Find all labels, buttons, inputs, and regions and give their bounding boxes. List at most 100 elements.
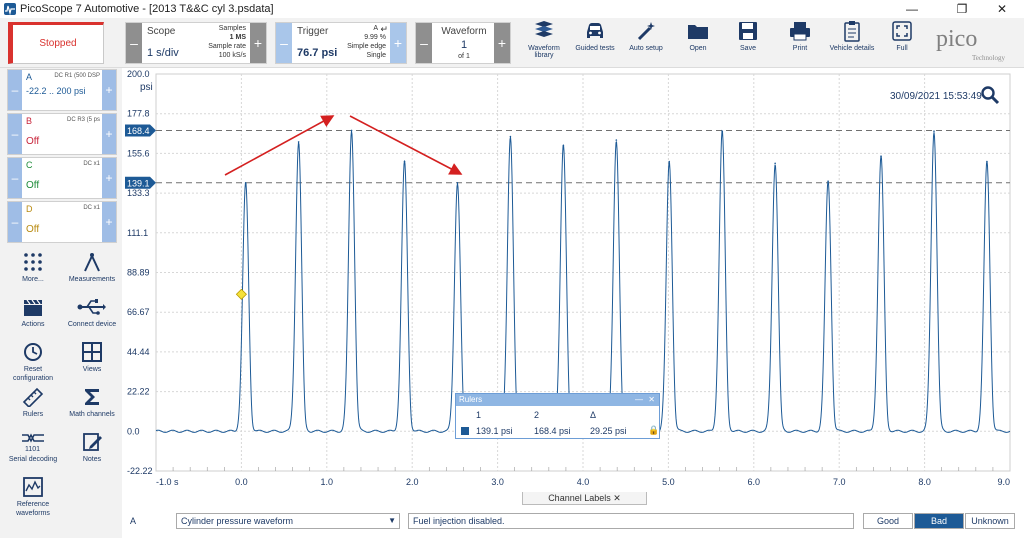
channel-a-range[interactable]: -22.2 .. 200 psi	[26, 85, 98, 97]
trigger-level-value[interactable]: 76.7 psi	[297, 47, 337, 59]
trigger-type[interactable]: Simple edge	[347, 43, 386, 50]
peak-point	[350, 129, 353, 132]
x-tick-label: 8.0	[918, 477, 931, 487]
rating-unknown-button[interactable]: Unknown	[965, 513, 1015, 529]
notes-field[interactable]: Fuel injection disabled.	[408, 513, 854, 529]
rulers-header-1: 1	[476, 410, 482, 420]
full-screen-button[interactable]: Full	[884, 20, 920, 66]
vehicle-details-button[interactable]: Vehicle details	[826, 20, 878, 66]
x-tick-label: 3.0	[491, 477, 504, 487]
y-tick-label: -22.22	[127, 466, 153, 476]
rating-bad-button[interactable]: Bad	[914, 513, 964, 529]
waveform-library-button[interactable]: Waveform library	[520, 20, 568, 66]
close-icon[interactable]: ✕	[613, 493, 621, 503]
rulers-channel-swatch	[461, 427, 469, 435]
sample-rate-value[interactable]: 100 kS/s	[219, 52, 246, 59]
channel-b-panel[interactable]: – B DC R3 (5 ps Off +	[7, 113, 117, 155]
trigger-panel: – Trigger 76.7 psi A ↵ 9.99 % Simple edg…	[275, 22, 407, 64]
trigger-channel[interactable]: A	[373, 25, 378, 32]
close-button[interactable]: ✕	[980, 0, 1024, 18]
peak-point	[721, 130, 724, 132]
peak-point	[615, 139, 618, 141]
channel-d-name: D	[26, 204, 33, 214]
channel-c-panel[interactable]: – C DC x1 Off +	[7, 157, 117, 199]
measurements-button[interactable]: Measurements	[62, 252, 122, 284]
reference-waveforms-button[interactable]: Reference waveforms	[3, 477, 63, 518]
waveform-next-button[interactable]: +	[494, 23, 510, 63]
print-button[interactable]: Print	[780, 20, 820, 66]
y-tick-label: 200.0	[127, 69, 150, 79]
folder-icon	[688, 25, 708, 39]
channel-a-increase-button[interactable]: +	[102, 70, 116, 110]
actions-button[interactable]: Actions	[3, 297, 63, 329]
serial-decoding-button[interactable]: 1101 Serial decoding	[3, 432, 63, 464]
trigger-mode[interactable]: Single	[367, 52, 386, 59]
math-channels-button[interactable]: Math channels	[62, 387, 122, 419]
trigger-increase-button[interactable]: +	[390, 23, 406, 63]
waveform-type-dropdown[interactable]: Cylinder pressure waveform ▼	[176, 513, 400, 529]
channel-labels-tab[interactable]: Channel Labels ✕	[522, 492, 647, 505]
rulers-close-icon[interactable]: ✕	[648, 394, 655, 406]
run-stop-button[interactable]: Stopped	[8, 22, 104, 64]
y-tick-label: 177.8	[127, 109, 150, 119]
maximize-button[interactable]: ❐	[940, 0, 984, 18]
connect-device-button[interactable]: Connect device	[62, 297, 122, 329]
notes-button[interactable]: Notes	[62, 432, 122, 464]
channel-c-status[interactable]: Off	[26, 180, 39, 191]
trigger-decrease-button[interactable]: –	[276, 23, 292, 63]
channel-d-increase-button[interactable]: +	[102, 202, 116, 242]
y-tick-label: 88.89	[127, 268, 150, 278]
auto-setup-button[interactable]: Auto setup	[624, 20, 668, 66]
sidebar-button-label: Measurements	[68, 276, 116, 283]
save-icon	[739, 22, 757, 40]
open-button[interactable]: Open	[678, 20, 718, 66]
x-tick-label: -1.0 s	[156, 477, 179, 487]
samples-value[interactable]: 1 MS	[230, 34, 246, 41]
rulers-window[interactable]: Rulers — ✕ 1 2 Δ 139.1 psi 168.4 psi 29.25…	[455, 393, 660, 439]
x-tick-label: 5.0	[662, 477, 675, 487]
trigger-percent: 9.99 %	[364, 34, 386, 41]
rulers-header-delta: Δ	[590, 410, 597, 420]
rulers-lock-icon[interactable]: 🔒	[648, 425, 659, 436]
rulers-button[interactable]: Rulers	[3, 387, 63, 419]
more-button[interactable]: More...	[3, 252, 63, 284]
channel-label-channel: A	[130, 516, 137, 526]
x-tick-label: 6.0	[748, 477, 761, 487]
channel-b-increase-button[interactable]: +	[102, 114, 116, 154]
window-title: PicoScope 7 Automotive - [2013 T&&C cyl …	[20, 3, 274, 15]
channel-c-increase-button[interactable]: +	[102, 158, 116, 198]
minimize-button[interactable]: —	[890, 0, 934, 18]
fullscreen-icon	[892, 21, 912, 41]
reference-waveform-icon	[23, 477, 43, 497]
y-tick-label: 155.6	[127, 148, 150, 158]
channel-d-decrease-button[interactable]: –	[8, 202, 22, 242]
x-tick-label: 2.0	[406, 477, 419, 487]
views-grid-icon	[82, 342, 102, 362]
peak-point	[774, 162, 776, 165]
timebase-value[interactable]: 1 s/div	[147, 47, 179, 59]
channel-b-decrease-button[interactable]: –	[8, 114, 22, 154]
channel-a-panel[interactable]: – A DC R1 (500 DSP -22.2 .. 200 psi +	[7, 69, 117, 111]
y-tick-label: 0.0	[127, 426, 140, 436]
guided-tests-button[interactable]: Guided tests	[572, 20, 618, 66]
timebase-increase-button[interactable]: +	[250, 23, 266, 63]
notes-icon	[83, 433, 102, 451]
save-button[interactable]: Save	[728, 20, 768, 66]
reset-configuration-button[interactable]: Reset configuration	[3, 342, 63, 383]
views-button[interactable]: Views	[62, 342, 122, 374]
rulers-title-bar[interactable]: Rulers — ✕	[456, 394, 659, 406]
channel-d-panel[interactable]: – D DC x1 Off +	[7, 201, 117, 243]
channel-b-status[interactable]: Off	[26, 136, 39, 147]
rating-good-button[interactable]: Good	[863, 513, 913, 529]
channel-c-decrease-button[interactable]: –	[8, 158, 22, 198]
toolbar-label: Auto setup	[629, 45, 663, 52]
x-tick-label: 9.0	[997, 477, 1010, 487]
timebase-decrease-button[interactable]: –	[126, 23, 142, 63]
sidebar-button-label: Serial decoding	[8, 456, 58, 463]
channel-d-status[interactable]: Off	[26, 224, 39, 235]
toolbar-label: Guided tests	[575, 45, 615, 52]
channel-a-decrease-button[interactable]: –	[8, 70, 22, 110]
ruler-1-value: 139.1 psi	[476, 426, 513, 436]
samples-label: Samples	[218, 25, 246, 32]
rulers-minimize-icon[interactable]: —	[635, 394, 643, 406]
